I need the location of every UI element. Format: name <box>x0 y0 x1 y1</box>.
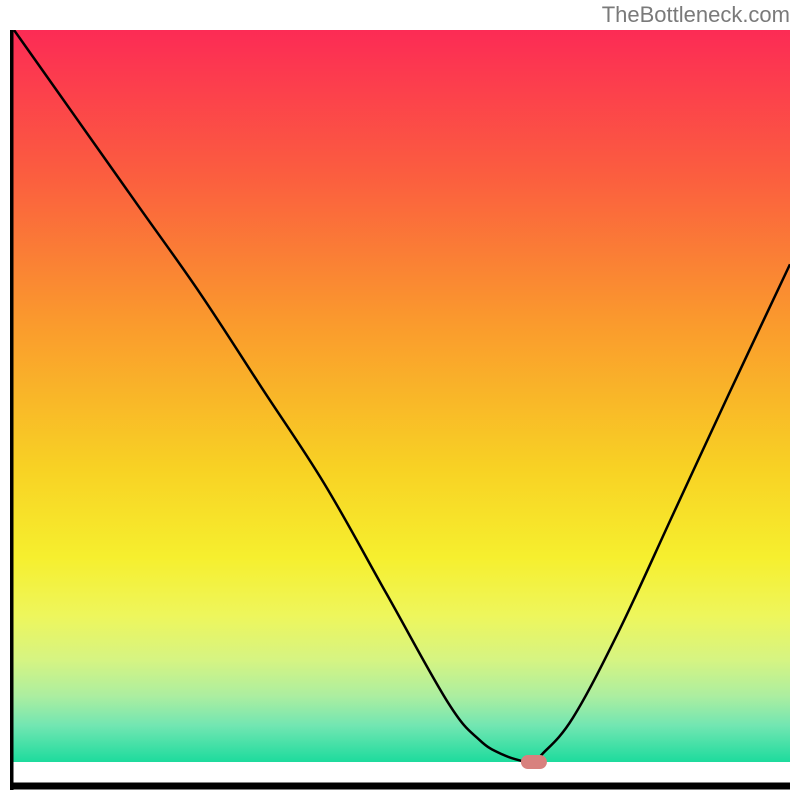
chart-frame: TheBottleneck.com <box>0 0 800 800</box>
plot-area <box>10 30 790 790</box>
gradient-background <box>10 30 790 762</box>
optimal-marker <box>521 755 547 769</box>
attribution-label: TheBottleneck.com <box>602 2 790 28</box>
bottleneck-chart <box>10 30 790 790</box>
